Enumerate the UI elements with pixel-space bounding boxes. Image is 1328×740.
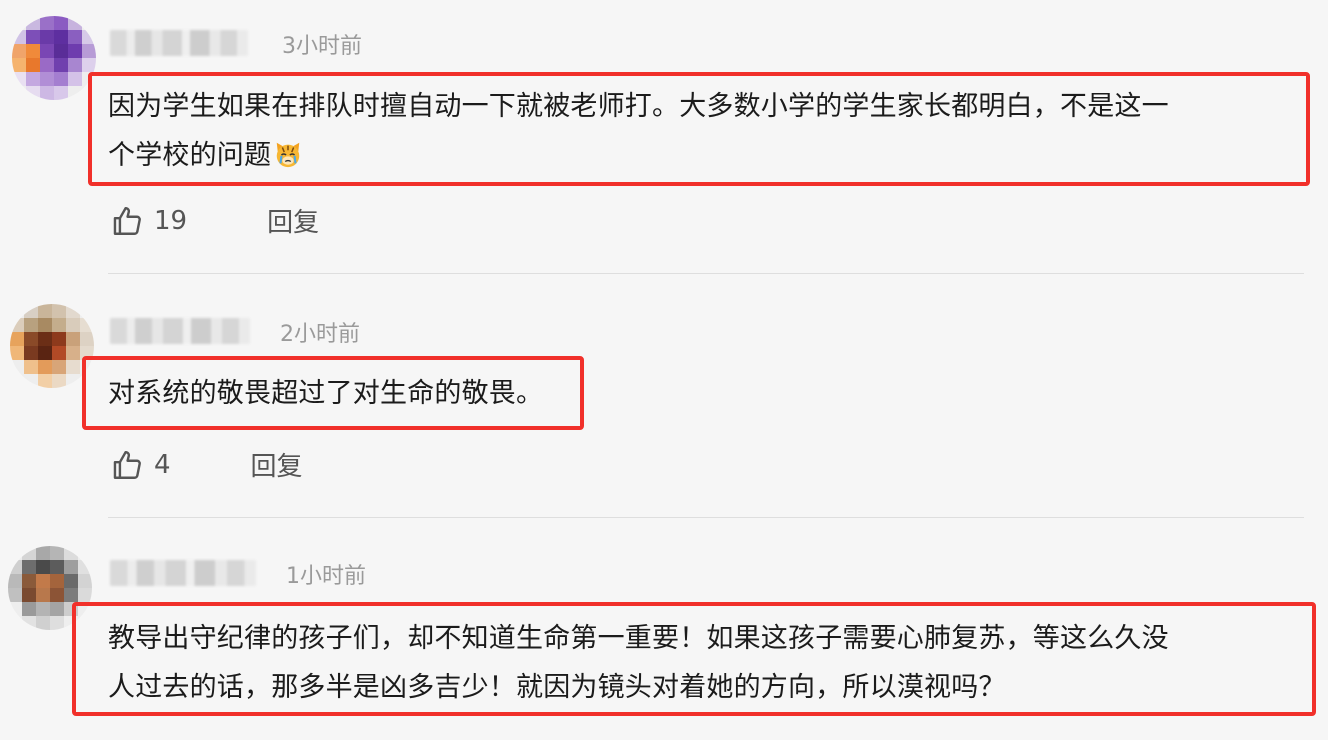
comment-time: 3小时前 bbox=[282, 34, 362, 59]
reply-button[interactable]: 回复 bbox=[251, 446, 303, 483]
comment-actions: 19 回复 bbox=[110, 202, 319, 239]
comment-time: 1小时前 bbox=[286, 564, 366, 589]
comment-actions: 4 回复 bbox=[110, 446, 303, 483]
comment-text: 对系统的敬畏超过了对生命的敬畏。 bbox=[108, 369, 578, 418]
divider bbox=[108, 273, 1304, 274]
tiger-crying-emoji-icon bbox=[276, 142, 300, 168]
comment-text-line: 因为学生如果在排队时擅自动一下就被老师打。大多数小学的学生家长都明白，不是这一 bbox=[108, 91, 1169, 122]
username[interactable] bbox=[110, 318, 250, 344]
comment-item: 2小时前 对系统的敬畏超过了对生命的敬畏。 4 回复 bbox=[0, 290, 1328, 516]
username[interactable] bbox=[110, 30, 248, 56]
divider bbox=[108, 517, 1304, 518]
comment-text: 教导出守纪律的孩子们，却不知道生命第一重要！如果这孩子需要心肺复苏，等这么久没 … bbox=[108, 614, 1308, 712]
like-button[interactable]: 19 bbox=[110, 204, 187, 238]
comment-text-line-2: 个学校的问题 bbox=[108, 140, 272, 171]
comment-item: 1小时前 教导出守纪律的孩子们，却不知道生命第一重要！如果这孩子需要心肺复苏，等… bbox=[0, 530, 1328, 740]
username[interactable] bbox=[110, 560, 256, 586]
comment-time: 2小时前 bbox=[280, 322, 360, 347]
avatar[interactable] bbox=[12, 16, 96, 100]
comment-text: 因为学生如果在排队时擅自动一下就被老师打。大多数小学的学生家长都明白，不是这一 … bbox=[108, 82, 1308, 180]
like-count: 19 bbox=[154, 205, 188, 236]
like-count: 4 bbox=[154, 449, 171, 480]
comment-item: 3小时前 因为学生如果在排队时擅自动一下就被老师打。大多数小学的学生家长都明白，… bbox=[0, 0, 1328, 272]
reply-button[interactable]: 回复 bbox=[267, 202, 319, 239]
thumbs-up-icon bbox=[113, 206, 141, 235]
comment-text-line: 对系统的敬畏超过了对生命的敬畏。 bbox=[108, 378, 544, 409]
comment-text-line: 教导出守纪律的孩子们，却不知道生命第一重要！如果这孩子需要心肺复苏，等这么久没 bbox=[108, 623, 1169, 654]
thumbs-up-icon bbox=[113, 450, 141, 479]
comment-text-line: 个学校的问题 bbox=[108, 131, 1308, 180]
comment-text-line: 人过去的话，那多半是凶多吉少！就因为镜头对着她的方向，所以漠视吗？ bbox=[108, 672, 1006, 703]
like-button[interactable]: 4 bbox=[110, 448, 171, 482]
